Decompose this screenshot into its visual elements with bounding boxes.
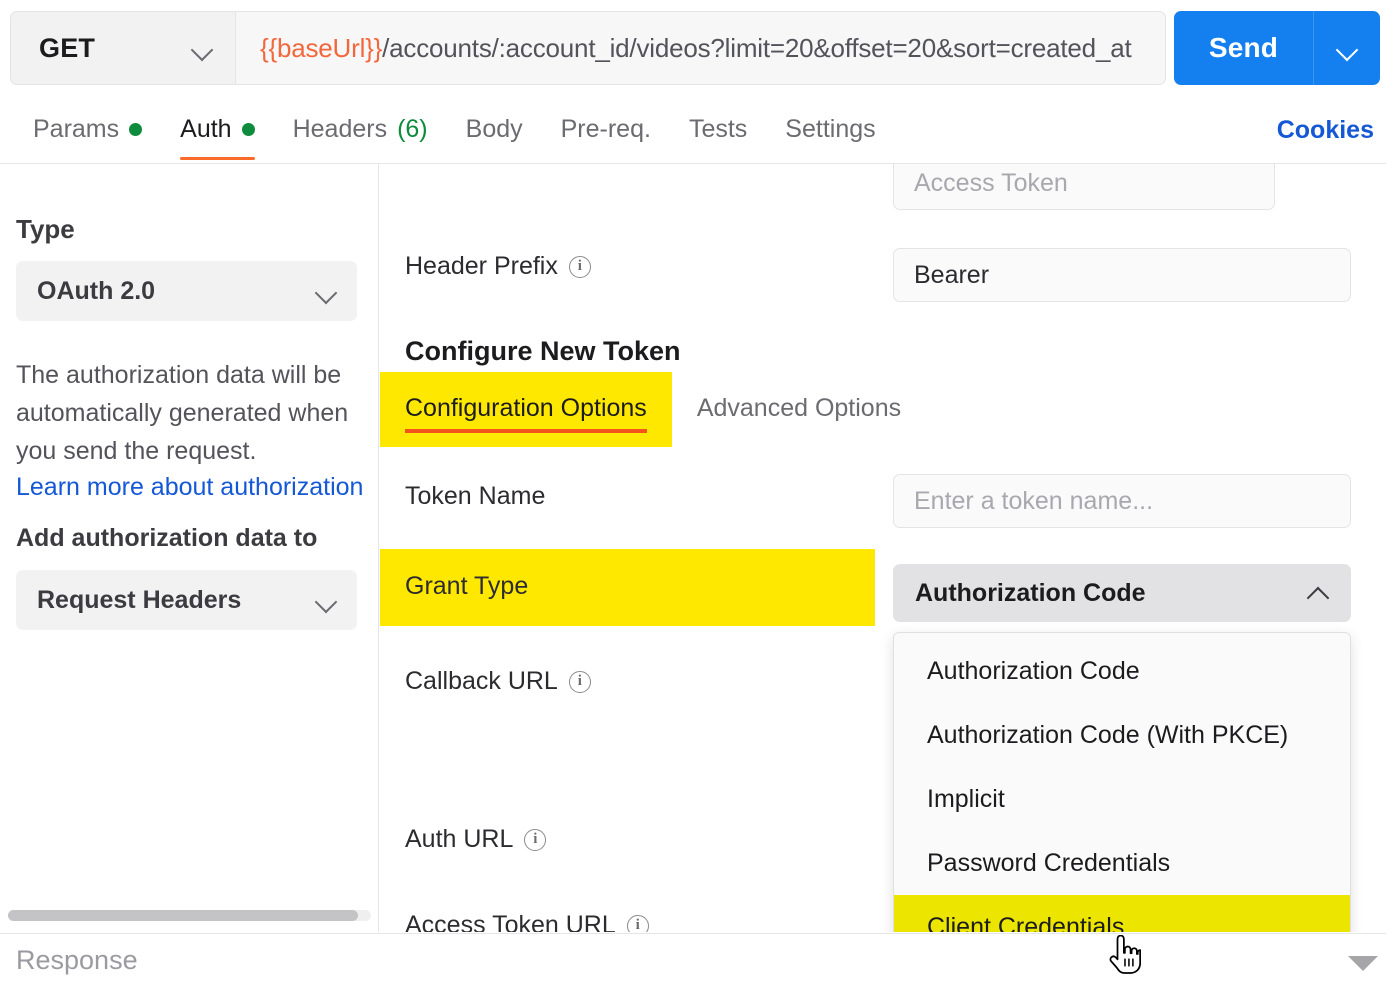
access-token-url-label: Access Token URL i (405, 911, 649, 932)
tab-body-label: Body (465, 115, 523, 143)
grant-type-option-password-credentials[interactable]: Password Credentials (894, 831, 1350, 895)
auth-sidebar: Type OAuth 2.0 The authorization data wi… (0, 164, 379, 932)
tab-settings-label: Settings (785, 115, 876, 143)
response-label: Response (16, 944, 138, 975)
chevron-down-icon (1336, 42, 1358, 54)
header-prefix-input[interactable]: Bearer (893, 248, 1351, 302)
configure-new-token-title: Configure New Token (405, 336, 681, 366)
subtab-configuration-options[interactable]: Configuration Options (380, 372, 672, 447)
tab-settings[interactable]: Settings (766, 96, 894, 164)
url-text: {{baseUrl}}/accounts/:account_id/videos?… (260, 33, 1132, 64)
status-dot (241, 123, 255, 136)
request-url-bar: GET {{baseUrl}}/accounts/:account_id/vid… (0, 0, 1386, 96)
access-token-input[interactable]: Access Token (893, 164, 1275, 210)
grant-type-option-authorization-code[interactable]: Authorization Code (894, 639, 1350, 703)
token-name-input[interactable]: Enter a token name... (893, 474, 1351, 528)
url-input[interactable]: {{baseUrl}}/accounts/:account_id/videos?… (236, 11, 1166, 85)
tab-headers[interactable]: Headers (6) (274, 96, 447, 164)
add-auth-data-to-value: Request Headers (37, 585, 242, 614)
request-tabs: Params Auth Headers (6) Body Pre-req. Te… (0, 96, 1386, 164)
status-dot (129, 123, 143, 136)
cookies-link[interactable]: Cookies (1277, 96, 1374, 164)
tab-prerequest-label: Pre-req. (560, 115, 651, 143)
header-prefix-label-row: Header Prefix i (405, 252, 591, 281)
access-token-row: Access Token (893, 164, 1386, 210)
send-button-group: Send (1174, 11, 1380, 85)
info-icon[interactable]: i (626, 914, 649, 932)
app-root: GET {{baseUrl}}/accounts/:account_id/vid… (0, 0, 1386, 986)
token-config-subtabs: Configuration Options Advanced Options (380, 372, 926, 447)
callback-url-label-row: Callback URL i (405, 667, 591, 696)
learn-more-link[interactable]: Learn more about authorization (16, 473, 363, 502)
auth-url-label-row: Auth URL i (405, 825, 547, 854)
tab-body[interactable]: Body (447, 96, 542, 164)
tab-params[interactable]: Params (14, 96, 161, 164)
type-label: Type (16, 214, 75, 244)
auth-type-value: OAuth 2.0 (37, 276, 156, 305)
grant-type-option-client-credentials[interactable]: Client Credentials (894, 895, 1350, 932)
grant-type-value: Authorization Code (915, 578, 1146, 607)
tab-auth[interactable]: Auth (161, 96, 273, 164)
url-variable: {{baseUrl}} (260, 32, 383, 63)
send-options-button[interactable] (1314, 11, 1380, 85)
chevron-down-icon (191, 42, 213, 54)
auth-type-dropdown[interactable]: OAuth 2.0 (16, 261, 357, 321)
chevron-down-icon (315, 285, 337, 297)
chevron-up-icon (1307, 587, 1329, 599)
url-path: /accounts/:account_id/videos?limit=20&of… (382, 32, 1132, 63)
grant-type-label: Grant Type (405, 572, 529, 600)
tab-tests-label: Tests (688, 115, 748, 143)
grant-type-option-authorization-code-pkce[interactable]: Authorization Code (With PKCE) (894, 703, 1350, 767)
http-method-label: GET (39, 32, 96, 63)
grant-type-dropdown[interactable]: Authorization Code (893, 564, 1351, 622)
header-prefix-label: Header Prefix i (405, 252, 591, 281)
info-icon[interactable]: i (568, 255, 591, 278)
token-name-label-row: Token Name (405, 482, 545, 511)
response-panel-header: Response (0, 933, 1386, 986)
auth-url-label: Auth URL i (405, 825, 547, 854)
tab-prerequest[interactable]: Pre-req. (542, 96, 670, 164)
grant-type-label-row: Grant Type (405, 572, 528, 601)
chevron-down-icon (315, 594, 337, 606)
auth-description: The authorization data will be automatic… (16, 361, 349, 465)
http-method-dropdown[interactable]: GET (10, 11, 236, 85)
token-name-label: Token Name (405, 482, 546, 510)
tab-tests[interactable]: Tests (670, 96, 766, 164)
auth-fields-pane: Access Token Header Prefix i Bearer Conf… (380, 164, 1386, 932)
tab-headers-count: (6) (397, 115, 428, 143)
grant-type-option-implicit[interactable]: Implicit (894, 767, 1350, 831)
add-auth-data-to-label: Add authorization data to (16, 524, 318, 552)
subtab-advanced-options[interactable]: Advanced Options (672, 372, 926, 447)
sidebar-scrollbar-track (8, 910, 371, 921)
tab-params-label: Params (33, 115, 120, 143)
auth-content: Type OAuth 2.0 The authorization data wi… (0, 164, 1386, 932)
tab-headers-label: Headers (292, 115, 388, 143)
triangle-down-icon[interactable] (1348, 956, 1378, 971)
access-token-url-label-row: Access Token URL i (405, 911, 649, 932)
tab-auth-label: Auth (180, 115, 232, 143)
info-icon[interactable]: i (568, 670, 591, 693)
send-button[interactable]: Send (1174, 11, 1314, 85)
sidebar-scrollbar-thumb[interactable] (8, 910, 358, 921)
grant-type-options-menu: Authorization Code Authorization Code (W… (893, 632, 1351, 932)
add-auth-data-to-dropdown[interactable]: Request Headers (16, 570, 357, 630)
info-icon[interactable]: i (524, 828, 547, 851)
callback-url-label: Callback URL i (405, 667, 591, 696)
